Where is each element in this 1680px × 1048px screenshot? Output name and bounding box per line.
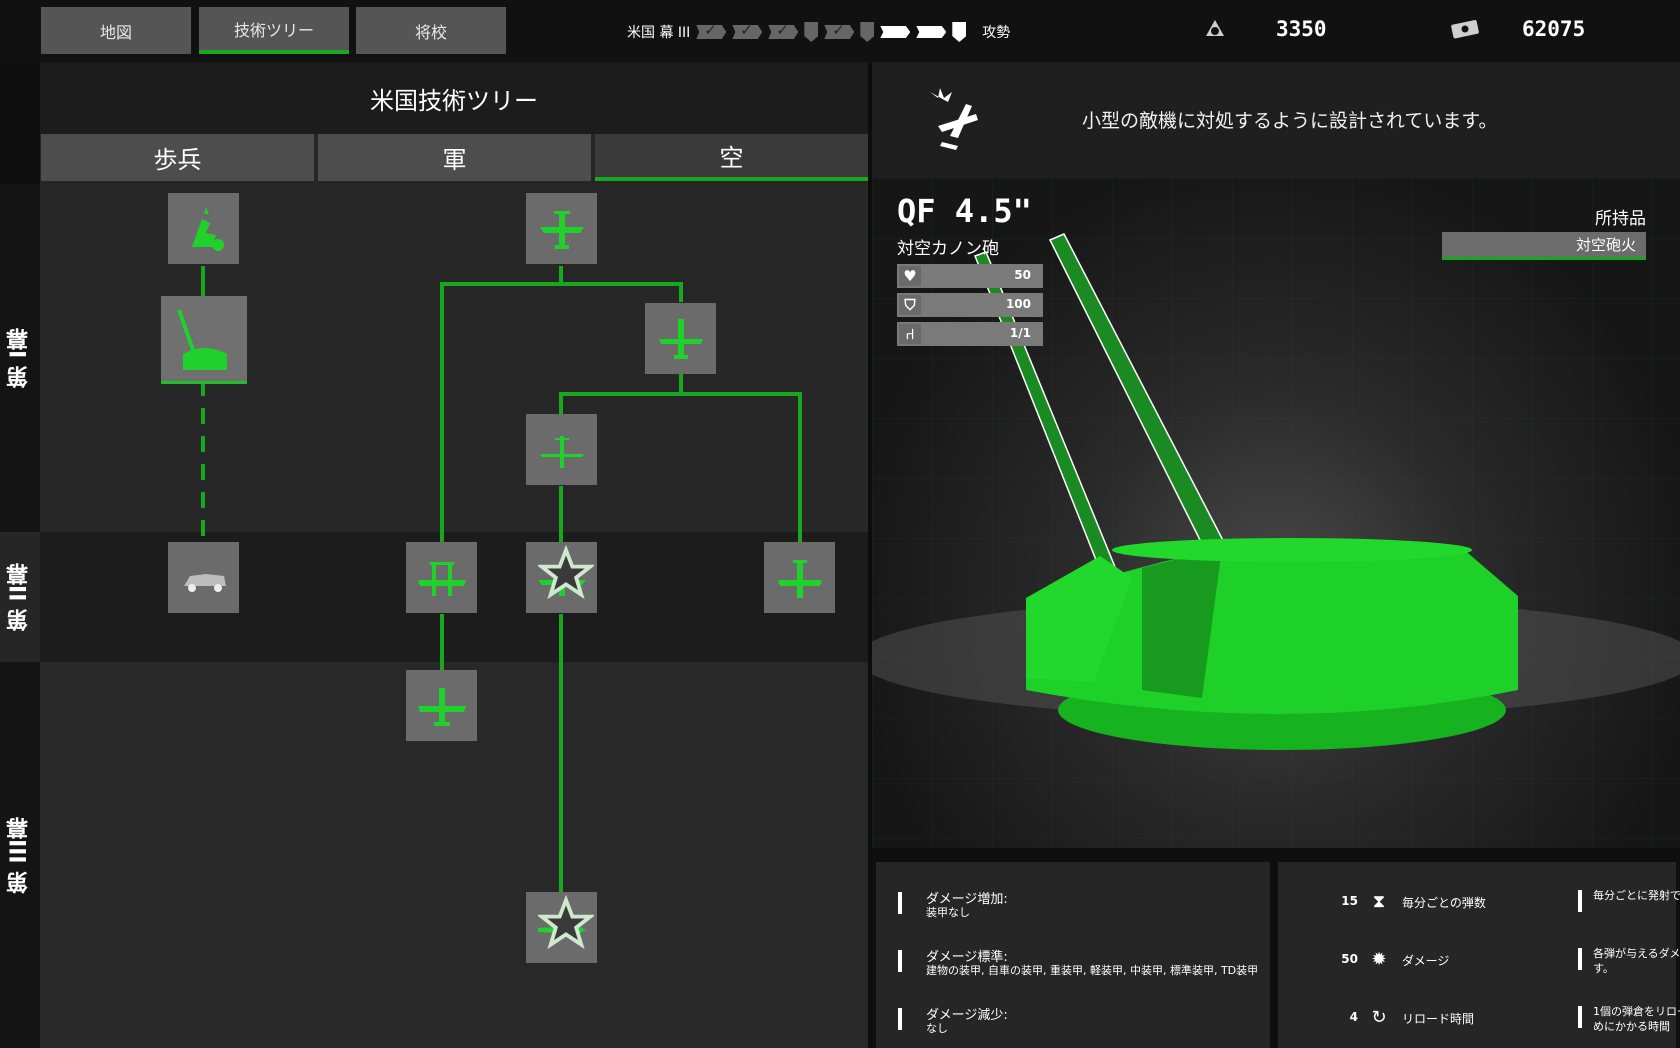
progress-step bbox=[732, 25, 763, 39]
owned-label: 所持品 bbox=[1595, 209, 1646, 229]
officer-points: 3350 bbox=[1202, 16, 1327, 42]
money: 62075 bbox=[1450, 16, 1585, 42]
tech-node-heavy-fighter[interactable] bbox=[406, 670, 477, 741]
officer-points-value: 3350 bbox=[1276, 17, 1327, 41]
fighter-plane-icon bbox=[539, 210, 584, 249]
progress-step bbox=[696, 25, 727, 39]
unit-description-header: 小型の敵機に対処するように設計されています。 bbox=[872, 62, 1680, 178]
unit-detail-panel: 小型の敵機に対処するように設計されています。 QF 4.5" 対空カノン砲 ♥ bbox=[872, 62, 1680, 1048]
crew-value: 1/1 bbox=[1009, 326, 1031, 340]
progress-flag-icon bbox=[860, 22, 875, 42]
nav-map-button[interactable]: 地図 bbox=[41, 7, 191, 54]
health-value: 50 bbox=[1014, 268, 1031, 282]
progress-step bbox=[916, 26, 947, 38]
progress-flag-icon bbox=[804, 22, 819, 42]
progress-step bbox=[880, 26, 911, 38]
owned-item-button[interactable]: 対空砲火 bbox=[1442, 232, 1646, 260]
unit-description: 小型の敵機に対処するように設計されています。 bbox=[1082, 110, 1498, 132]
campaign-progress: 米国 幕 III 攻勢 bbox=[627, 18, 1010, 46]
tech-node-twin-engine-fighter[interactable] bbox=[406, 542, 477, 613]
explosion-icon: ✹ bbox=[1371, 948, 1387, 970]
nav-tech-tree-button[interactable]: 技術ツリー bbox=[199, 7, 349, 54]
shield-icon: ⛉ bbox=[899, 295, 921, 315]
fighter-plane-icon bbox=[658, 318, 703, 359]
progress-step bbox=[768, 25, 799, 39]
tech-tree-panel: 米国技術ツリー 歩兵 軍 空 第 I幕 第 II幕 第 III幕 bbox=[0, 62, 868, 1048]
twin-engine-plane-icon bbox=[417, 561, 466, 596]
hourglass-icon: ⧗ bbox=[1372, 890, 1386, 912]
progress-flag-icon bbox=[952, 22, 967, 42]
progress-end-label: 攻勢 bbox=[982, 25, 1011, 41]
crew-bar: ⑁ 1/1 bbox=[897, 322, 1043, 346]
officer-points-icon bbox=[1202, 16, 1228, 42]
money-value: 62075 bbox=[1522, 17, 1586, 41]
damage-modifiers-box: ダメージ増加: 装甲なし ダメージ標準: 建物の装甲, 自車の装甲, 重装甲, … bbox=[876, 862, 1270, 1048]
fighter-plane-icon bbox=[417, 687, 466, 726]
tech-node-fighter-starred[interactable] bbox=[526, 542, 597, 613]
progress-step bbox=[824, 25, 855, 39]
unit-type: 対空カノン砲 bbox=[897, 239, 999, 259]
star-icon bbox=[538, 895, 594, 950]
tech-node-fighter-2[interactable] bbox=[645, 303, 716, 374]
tech-node-fighter-3[interactable] bbox=[526, 414, 597, 485]
tech-node-qf-4-5-selected[interactable] bbox=[161, 296, 247, 384]
health-bar: ♥ 50 bbox=[897, 264, 1043, 288]
reload-icon: ↻ bbox=[1371, 1006, 1387, 1028]
tech-node-flak-infantry[interactable] bbox=[168, 193, 239, 264]
flamethrower-icon bbox=[191, 206, 224, 251]
tech-node-fighter-4[interactable] bbox=[764, 542, 835, 613]
tech-node-bomber-starred[interactable] bbox=[526, 892, 597, 963]
heart-icon: ♥ bbox=[899, 266, 921, 286]
anti-air-icon bbox=[930, 88, 978, 150]
armor-bar: ⛉ 100 bbox=[897, 293, 1043, 317]
seat-icon: ⑁ bbox=[899, 324, 921, 344]
armor-value: 100 bbox=[1005, 297, 1031, 311]
nav-officers-button[interactable]: 将校 bbox=[356, 7, 506, 54]
unit-name: QF 4.5" bbox=[897, 192, 1032, 230]
money-icon bbox=[1450, 16, 1482, 42]
tech-node-halftrack[interactable] bbox=[168, 542, 239, 613]
top-bar: 地図 技術ツリー 将校 米国 幕 III 攻勢 3350 62075 bbox=[0, 0, 1680, 62]
star-icon bbox=[538, 545, 594, 600]
fighter-plane-icon bbox=[539, 435, 584, 468]
truck-icon bbox=[183, 573, 226, 592]
aa-gun-icon bbox=[177, 308, 227, 370]
unit-info-section: ダメージ増加: 装甲なし ダメージ標準: 建物の装甲, 自車の装甲, 重装甲, … bbox=[872, 848, 1680, 1048]
fighter-plane-icon bbox=[777, 559, 822, 598]
progress-label: 米国 幕 III bbox=[627, 25, 691, 41]
unit-3d-viewer[interactable]: QF 4.5" 対空カノン砲 ♥ 50 ⛉ 100 ⑁ 1/1 所持品 対空砲火 bbox=[872, 178, 1680, 848]
weapon-stats-box: 15 ⧗ 毎分ごとの弾数 毎分ごとに発射できる弾数 50 ✹ ダメージ 各弾が与… bbox=[1278, 862, 1680, 1048]
tech-node-fighter-1[interactable] bbox=[526, 193, 597, 264]
